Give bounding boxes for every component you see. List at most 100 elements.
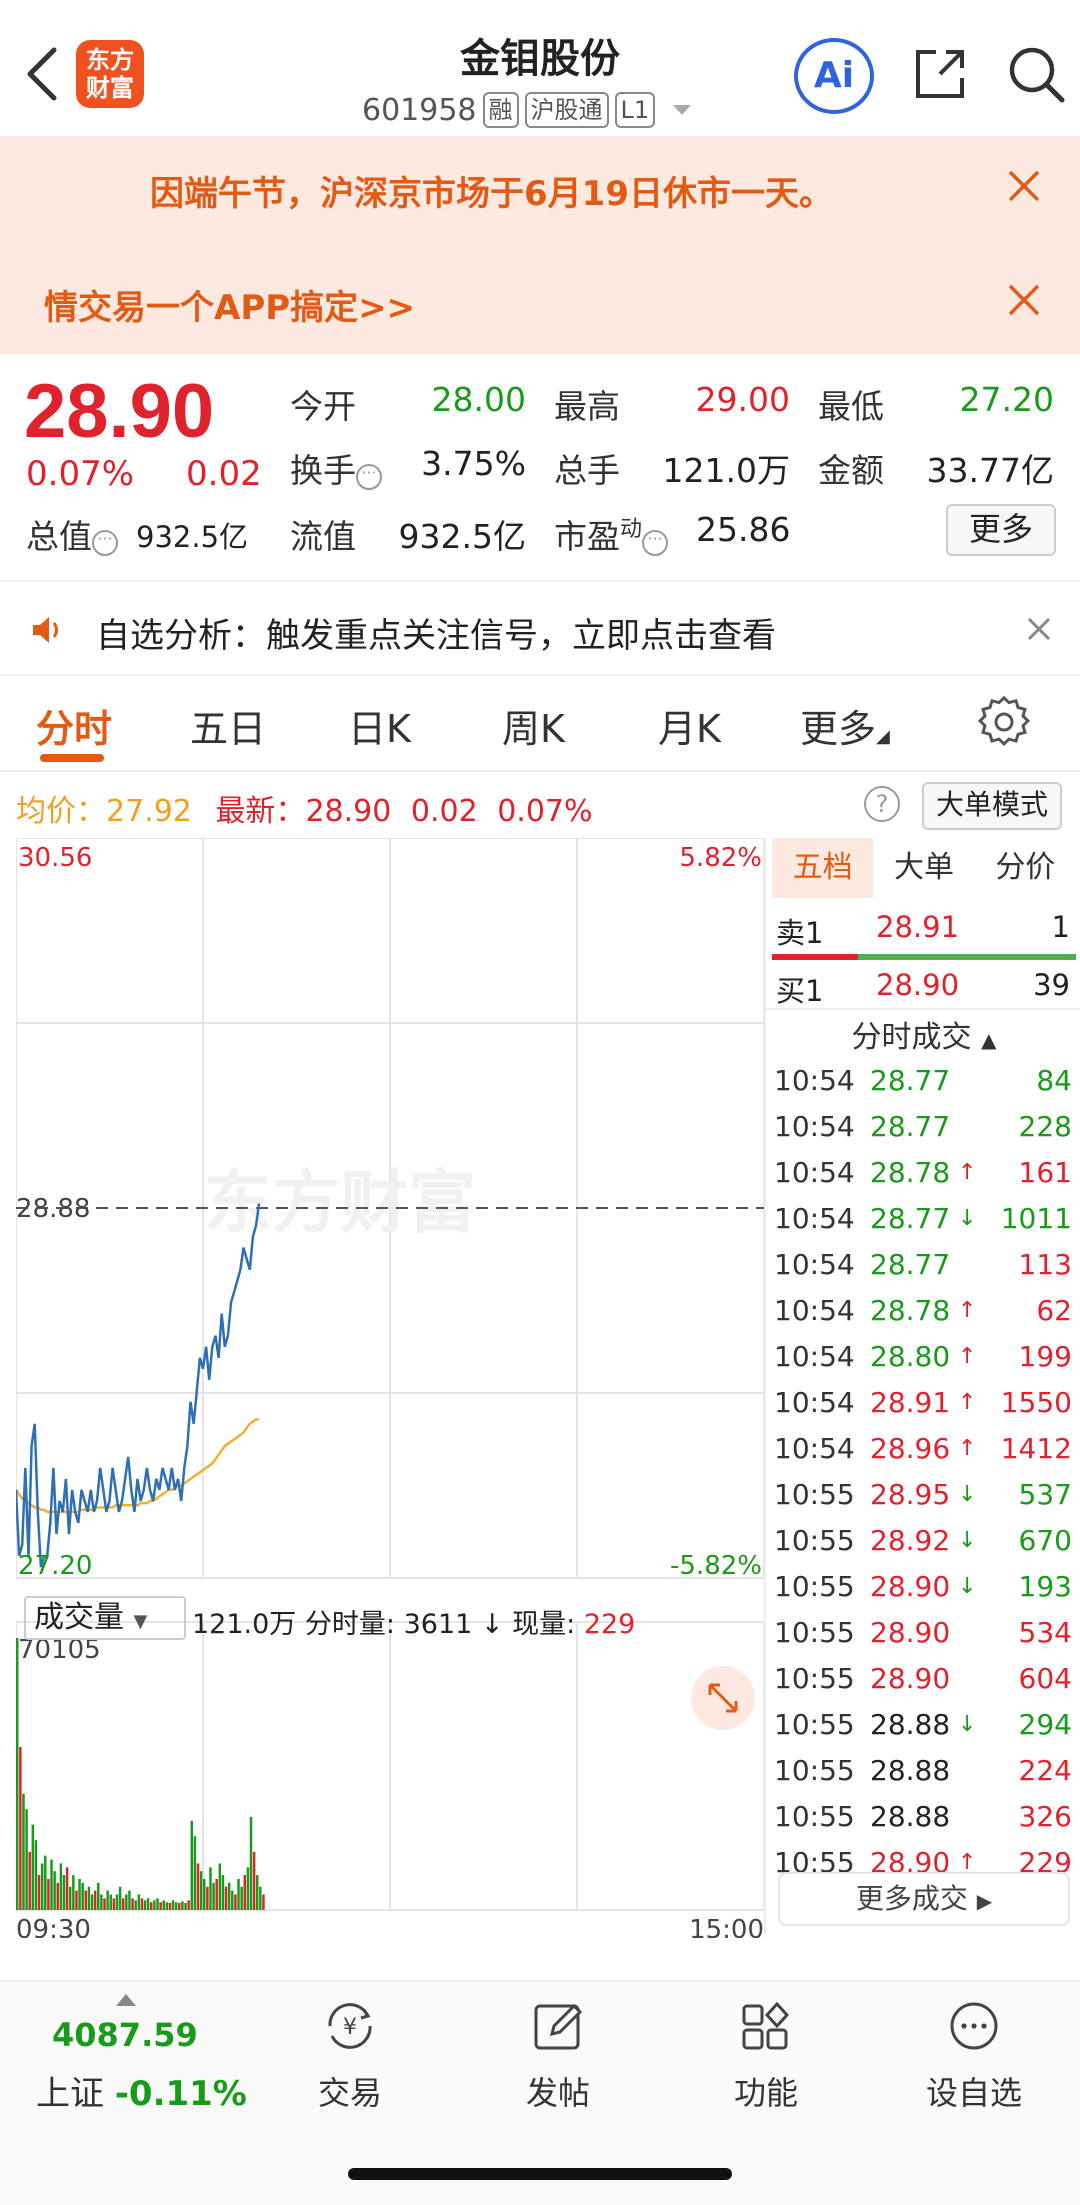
nav-post[interactable]: 发帖 [498,1998,618,2114]
volume-bar [100,1894,103,1910]
tab-big-orders[interactable]: 大单 [873,838,974,898]
tab-daily-k[interactable]: 日K [348,698,411,753]
stock-code: 601958 [362,92,477,128]
close-icon[interactable] [1004,166,1044,206]
more-trades-button[interactable]: 更多成交 ▶ [778,1872,1070,1926]
avg-label: 均价： [16,794,106,829]
chevron-down-icon [673,105,692,115]
high-label: 最高 [554,387,620,426]
trade-time: 10:54 [774,1248,855,1281]
nav-add-watchlist[interactable]: 设自选 [914,1998,1034,2114]
open-value: 28.00 [431,380,526,419]
volume-bar [209,1867,212,1910]
volume-bar [153,1900,156,1910]
y-top-label: 30.56 [18,843,92,873]
trade-row: 10:54 28.91 ↑ 1550 [772,1380,1076,1426]
more-trades-label: 更多成交 [855,1882,968,1915]
trade-price: 28.88 [870,1754,951,1787]
buy-1-label: 买1 [776,974,824,1008]
y-bottom-label: 27.20 [18,1551,92,1581]
trades-title[interactable]: 分时成交 ▲ [766,1012,1080,1056]
down-arrow-icon: ↓ [958,1574,977,1599]
down-arrow-icon: ↓ [958,1528,977,1553]
volume-bar [150,1902,153,1910]
volume-stats: 121.0万 分时量: 3611 ↓ 现量: 229 [192,1602,635,1641]
trade-list[interactable]: 10:54 28.77 84 10:54 28.77 228 10:54 28.78 ↑ 161 1… [772,1058,1076,1886]
info-dots-icon[interactable]: ··· [642,530,669,556]
more-quote-button[interactable]: 更多 [946,504,1056,556]
trade-qty: 228 [1018,1110,1072,1143]
info-dots-icon[interactable]: ··· [356,464,382,490]
nav-post-label: 发帖 [525,2074,590,2112]
x-end-label: 15:00 [689,1915,764,1938]
tab-more[interactable]: 更多◢ [800,698,890,753]
nav-trade-label: 交易 [317,2074,382,2112]
margin-tag: 融 [482,92,519,128]
trade-qty: 604 [1018,1662,1072,1695]
turnover-value: 3.75% [421,444,526,483]
index-name[interactable]: 上证 -0.11% [36,2066,247,2115]
back-arrow-icon[interactable] [22,44,62,104]
gear-icon[interactable] [978,696,1030,748]
tab-five-day[interactable]: 五日 [190,698,266,753]
volume-bar [75,1890,78,1910]
trade-time: 10:54 [774,1386,855,1419]
trade-row: 10:54 28.77 228 [772,1104,1076,1150]
active-tab-indicator [40,754,104,762]
down-arrow-icon: ↓ [958,1482,977,1507]
tab-weekly-k[interactable]: 周K [502,698,565,753]
tab-five-levels[interactable]: 五档 [772,838,874,898]
volume-bar [19,1747,22,1910]
ai-assistant-button[interactable]: Ai [794,38,874,114]
pe-label: 市盈动 ··· [554,510,669,558]
trade-row: 10:55 28.90 ↓ 193 [772,1564,1076,1610]
close-icon[interactable] [1024,614,1054,644]
big-order-mode-button[interactable]: 大单模式 [922,782,1062,830]
search-icon[interactable] [1004,42,1068,106]
nav-trade[interactable]: ¥ 交易 [290,1998,410,2114]
trade-price: 28.90 [870,1662,951,1695]
volume-bar [121,1898,125,1910]
volume-bar [31,1824,35,1910]
volume-bar [16,1638,19,1910]
close-icon[interactable] [1004,280,1044,320]
trade-qty: 1550 [1000,1386,1072,1419]
sell-1-label: 卖1 [776,916,824,950]
trade-row: 10:55 28.90 604 [772,1656,1076,1702]
nav-add-watchlist-label: 设自选 [925,2074,1022,2112]
info-dots-icon[interactable]: ··· [92,530,118,556]
level-tag: L1 [614,92,656,128]
volume-bars [16,1638,265,1910]
volume-bar [249,1816,253,1910]
volume-label: 总手 [554,451,620,490]
tab-intraday[interactable]: 分时 [36,698,112,753]
trade-time: 10:55 [774,1616,855,1649]
volume-bar [78,1878,81,1910]
trade-icon: ¥ [328,2003,372,2049]
volume-bar [97,1882,100,1910]
holiday-notice[interactable]: 因端午节，沪深京市场于6月19日休市一天。 [150,166,833,215]
tab-monthly-k[interactable]: 月K [658,698,721,753]
volume-bar [203,1878,206,1910]
trade-qty: 224 [1018,1754,1072,1787]
index-value[interactable]: 4087.59 [52,2016,198,2054]
amount-label: 金额 [818,451,884,490]
turnover-label-text: 换手 [290,451,356,490]
expand-button[interactable] [691,1666,755,1730]
tab-price-dist[interactable]: 分价 [975,838,1076,898]
share-icon[interactable] [910,44,970,104]
help-icon[interactable]: ? [864,786,900,822]
volume-bar [28,1851,31,1910]
trade-price: 28.78 [870,1294,951,1327]
promo-notice[interactable]: 情交易一个APP搞定>> [44,280,415,329]
stock-code-row[interactable]: 601958 融 沪股通 L1 [362,90,692,130]
trade-price: 28.77 [870,1248,951,1281]
indicator-select[interactable]: 成交量 ▼ [24,1596,186,1640]
trade-row: 10:54 28.80 ↑ 199 [772,1334,1076,1380]
intraday-chart[interactable]: 东方财富 28.88 30.56 27.20 5.82% -5.82% 7010… [16,838,764,1938]
collapse-up-icon: ▲ [981,1028,997,1052]
trade-row: 10:55 28.88 326 [772,1794,1076,1840]
pe-sup: 动 [620,517,643,542]
nav-functions[interactable]: 功能 [706,1998,826,2114]
analysis-alert[interactable]: 自选分析：触发重点关注信号，立即点击查看 [0,580,1080,676]
